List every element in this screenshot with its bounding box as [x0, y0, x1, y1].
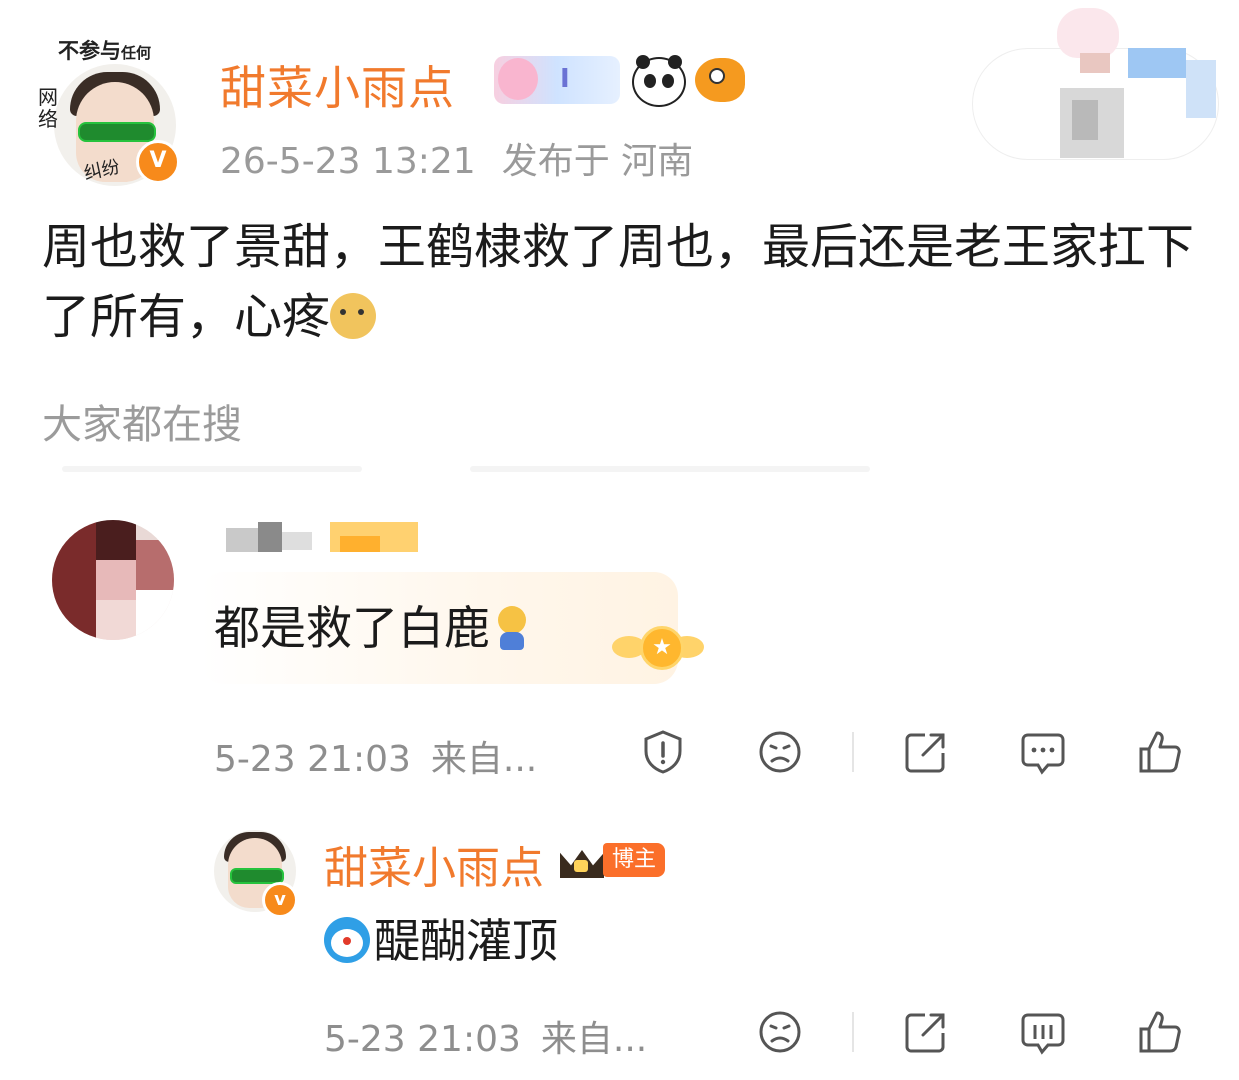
star-wing-badge-icon: ★: [612, 618, 704, 688]
action-divider: [852, 732, 854, 772]
level-label: I: [560, 64, 570, 94]
comment-meta: 5-23 21:03 来自...: [214, 730, 557, 782]
commenter-name-blurred[interactable]: [226, 522, 314, 554]
blurred-decor: [1080, 53, 1110, 73]
post-location: 发布于 河南: [501, 141, 694, 182]
pig-icon: [498, 58, 538, 100]
comment-icon[interactable]: [1020, 729, 1066, 775]
blurred-decor: [1186, 60, 1216, 118]
post-meta: 26-5-23 13:21 发布于 河南: [220, 132, 719, 184]
smile-emoji-icon: [496, 604, 528, 652]
avatar-caption-side: 网络: [38, 85, 58, 131]
trending-search-label[interactable]: 大家都在搜: [42, 392, 242, 450]
post-text: 周也救了景甜，王鹤棣救了周也，最后还是老王家扛下了所有，心疼: [42, 219, 1195, 345]
post-timestamp: 26-5-23 13:21: [220, 141, 476, 182]
reply-like-icon[interactable]: [1137, 1009, 1183, 1055]
cat-icon: [1057, 8, 1119, 58]
dislike-icon[interactable]: [757, 729, 803, 775]
reply-content: 醍醐灌顶: [324, 905, 558, 971]
reply-author-name[interactable]: 甜菜小雨点: [324, 832, 544, 896]
host-badge: 博主: [603, 843, 665, 877]
panda-icon[interactable]: [632, 55, 686, 107]
reply-text: 醍醐灌顶: [374, 914, 558, 968]
member-level-badge[interactable]: I: [494, 56, 620, 104]
reply-verified-badge-icon: v: [262, 882, 298, 918]
reply-dislike-icon[interactable]: [757, 1009, 803, 1055]
blurred-decor: [1128, 48, 1186, 78]
post-author-name[interactable]: 甜菜小雨点: [220, 52, 455, 118]
doraemon-emoji-icon: [324, 917, 370, 963]
decoration-card[interactable]: [972, 8, 1222, 160]
like-icon[interactable]: [1137, 729, 1183, 775]
reply-action-divider: [852, 1012, 854, 1052]
avatar-glasses: [78, 122, 156, 142]
reply-meta: 5-23 21:03 来自...: [324, 1010, 667, 1062]
report-icon[interactable]: [640, 729, 686, 775]
comment-text: 都是救了白鹿: [214, 601, 490, 655]
reply-timestamp: 5-23 21:03: [324, 1019, 521, 1060]
commenter-badge-blurred: [330, 522, 418, 554]
fish-icon[interactable]: [695, 58, 745, 102]
post-content: 周也救了景甜，王鹤棣救了周也，最后还是老王家扛下了所有，心疼: [42, 212, 1202, 352]
post-author-avatar[interactable]: 不参与任何 网络 纠纷 V: [38, 39, 180, 187]
comment-source: 来自...: [430, 739, 538, 780]
crown-icon: [558, 840, 606, 878]
share-icon[interactable]: [903, 729, 949, 775]
doge-emoji-icon: [330, 293, 377, 339]
comment-timestamp: 5-23 21:03: [214, 739, 411, 780]
reply-source: 来自...: [540, 1019, 648, 1060]
trending-search-chips: [62, 466, 872, 472]
verified-badge-icon: V: [136, 140, 180, 184]
commenter-avatar[interactable]: [52, 520, 174, 640]
comment-content: 都是救了白鹿: [214, 592, 528, 658]
reply-comment-icon[interactable]: [1020, 1009, 1066, 1055]
reply-share-icon[interactable]: [903, 1009, 949, 1055]
avatar-caption-top: 不参与任何: [58, 39, 152, 63]
blurred-decor: [1072, 100, 1098, 140]
